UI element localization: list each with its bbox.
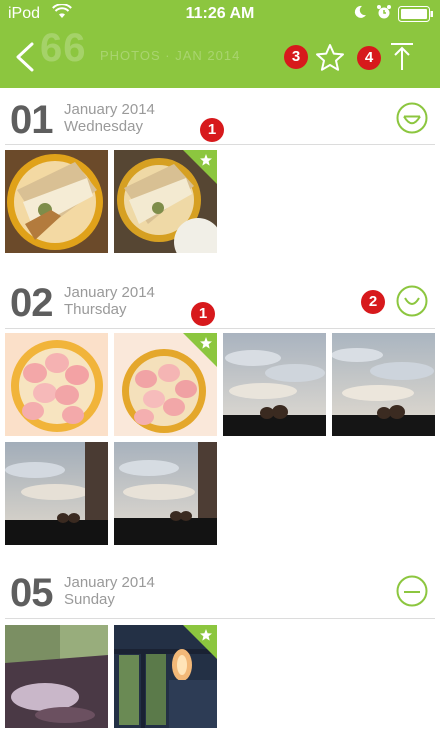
ghost-subtitle: PHOTOS · JAN 2014 xyxy=(100,48,241,63)
month-label: January 2014 xyxy=(64,284,155,301)
callout-marker-3: 3 xyxy=(284,45,308,69)
callout-marker-4: 4 xyxy=(357,46,381,70)
photo-thumbnail[interactable] xyxy=(5,442,108,545)
day-number: 02 xyxy=(10,281,53,325)
clock: 11:26 AM xyxy=(185,5,255,22)
favorite-star-icon xyxy=(183,150,217,184)
month-label: January 2014 xyxy=(64,574,155,591)
photo-thumbnail[interactable] xyxy=(223,333,326,436)
day-number: 05 xyxy=(10,571,53,615)
ghost-title: 66 xyxy=(40,26,87,70)
moon-icon xyxy=(352,4,368,25)
battery-icon xyxy=(398,6,434,27)
photo-thumbnail-favorite[interactable] xyxy=(114,150,217,253)
callout-marker-1: 1 xyxy=(200,118,224,142)
photo-thumbnail-favorite[interactable] xyxy=(114,625,217,728)
mood-neutral-icon[interactable] xyxy=(396,575,428,607)
alarm-icon xyxy=(376,4,392,25)
navigation-bar: iPod 11:26 AM 66 PHOTOS · JAN 2014 3 4 xyxy=(0,0,440,88)
mood-happy-icon[interactable] xyxy=(396,102,428,134)
mood-smile-icon[interactable] xyxy=(396,285,428,317)
photo-thumbnail[interactable] xyxy=(332,333,435,436)
favorites-star-button[interactable] xyxy=(314,42,346,74)
weekday-label: Wednesday xyxy=(64,118,143,135)
divider xyxy=(5,618,435,619)
favorite-star-icon xyxy=(183,625,217,659)
callout-marker-1: 1 xyxy=(191,302,215,326)
back-button[interactable] xyxy=(10,40,42,74)
status-bar: iPod 11:26 AM xyxy=(0,0,440,28)
photo-thumbnail[interactable] xyxy=(5,333,108,436)
favorite-star-icon xyxy=(183,333,217,367)
divider xyxy=(5,144,435,145)
photo-thumbnail[interactable] xyxy=(114,442,217,545)
month-label: January 2014 xyxy=(64,101,155,118)
callout-marker-2: 2 xyxy=(361,290,385,314)
photo-thumbnail-favorite[interactable] xyxy=(114,333,217,436)
weekday-label: Sunday xyxy=(64,591,115,608)
photo-thumbnail[interactable] xyxy=(5,150,108,253)
day-number: 01 xyxy=(10,98,53,142)
divider xyxy=(5,328,435,329)
photo-thumbnail[interactable] xyxy=(5,625,108,728)
scroll-to-top-button[interactable] xyxy=(386,40,418,74)
weekday-label: Thursday xyxy=(64,301,127,318)
